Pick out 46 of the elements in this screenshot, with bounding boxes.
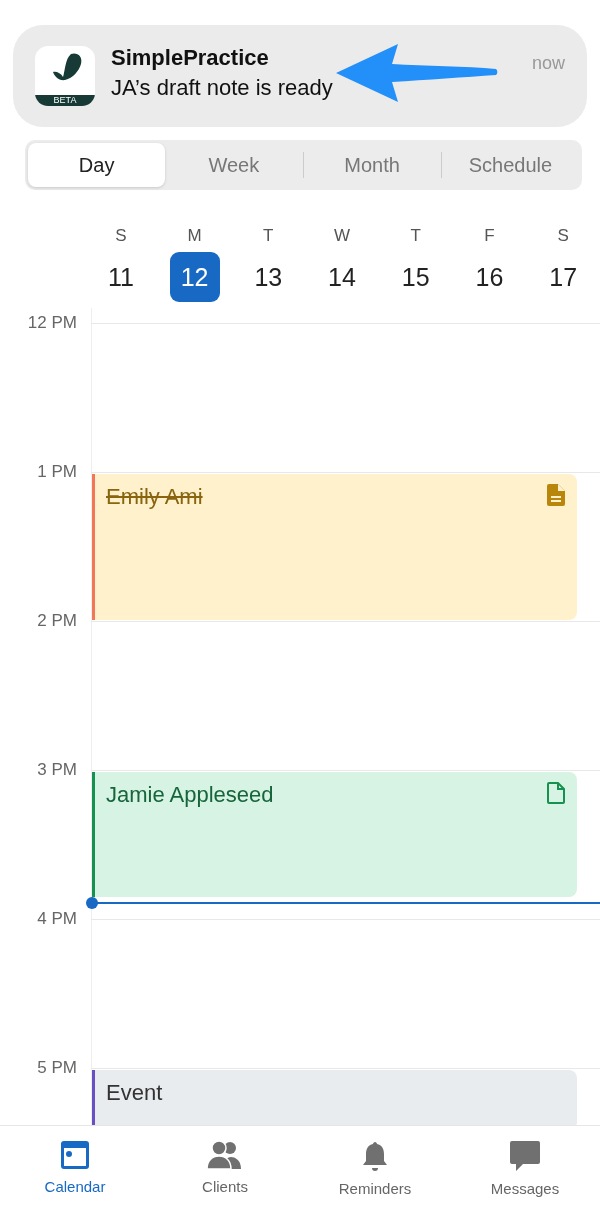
date-button[interactable]: 13: [243, 252, 294, 302]
notification-title: SimplePractice: [111, 45, 270, 71]
hour-label: 3 PM: [36, 760, 77, 780]
date-button[interactable]: 15: [390, 252, 441, 302]
notification-banner[interactable]: BETA SimplePractice JA’s draft note is ready now: [13, 25, 587, 127]
notification-time: now: [531, 53, 565, 74]
view-tab[interactable]: Month: [303, 143, 441, 187]
hour-label: 1 PM: [36, 462, 77, 482]
beta-label: BETA: [35, 95, 95, 106]
view-tab[interactable]: Schedule: [441, 143, 579, 187]
hour-label: 5 PM: [36, 1058, 77, 1078]
appointment-card[interactable]: Jamie Appleseed: [92, 772, 577, 897]
hour-label: 12 PM: [26, 313, 77, 333]
chat-icon: [509, 1140, 541, 1172]
weekday-label: T: [410, 226, 421, 246]
date-button[interactable]: 12: [169, 252, 220, 302]
weekday-label: S: [557, 226, 569, 246]
weekday-label: W: [334, 226, 351, 246]
weekday-label: S: [115, 226, 127, 246]
date-button[interactable]: 14: [317, 252, 367, 302]
weekday-label: F: [484, 226, 495, 246]
hour-label: 2 PM: [36, 611, 77, 631]
calendar-icon: [60, 1140, 90, 1170]
date-button[interactable]: 16: [464, 252, 515, 302]
document-icon: [547, 484, 565, 506]
notification-message: JA’s draft note is ready: [111, 75, 334, 101]
weekday-label: T: [263, 226, 274, 246]
nav-tab[interactable]: Clients: [150, 1126, 300, 1206]
appointment-card[interactable]: Event: [92, 1070, 577, 1125]
nav-tab[interactable]: Reminders: [300, 1126, 450, 1206]
document-icon: [547, 782, 565, 804]
nav-tab[interactable]: Calendar: [0, 1126, 150, 1206]
nav-tab[interactable]: Messages: [450, 1126, 600, 1206]
view-tab[interactable]: Day: [28, 143, 166, 187]
current-time-dot: [86, 897, 98, 909]
appointment-title: Emily Ami: [106, 484, 203, 510]
weekday-label: M: [187, 226, 202, 246]
bell-icon: [362, 1140, 388, 1172]
people-icon: [207, 1140, 243, 1170]
date-button[interactable]: 11: [95, 252, 146, 302]
view-tab[interactable]: Week: [165, 143, 303, 187]
hour-label: 4 PM: [36, 909, 77, 929]
appointment-title: Event: [106, 1080, 163, 1106]
appointment-title: Jamie Appleseed: [106, 782, 274, 808]
date-button[interactable]: 17: [538, 252, 589, 302]
appointment-card[interactable]: Emily Ami: [92, 474, 577, 620]
